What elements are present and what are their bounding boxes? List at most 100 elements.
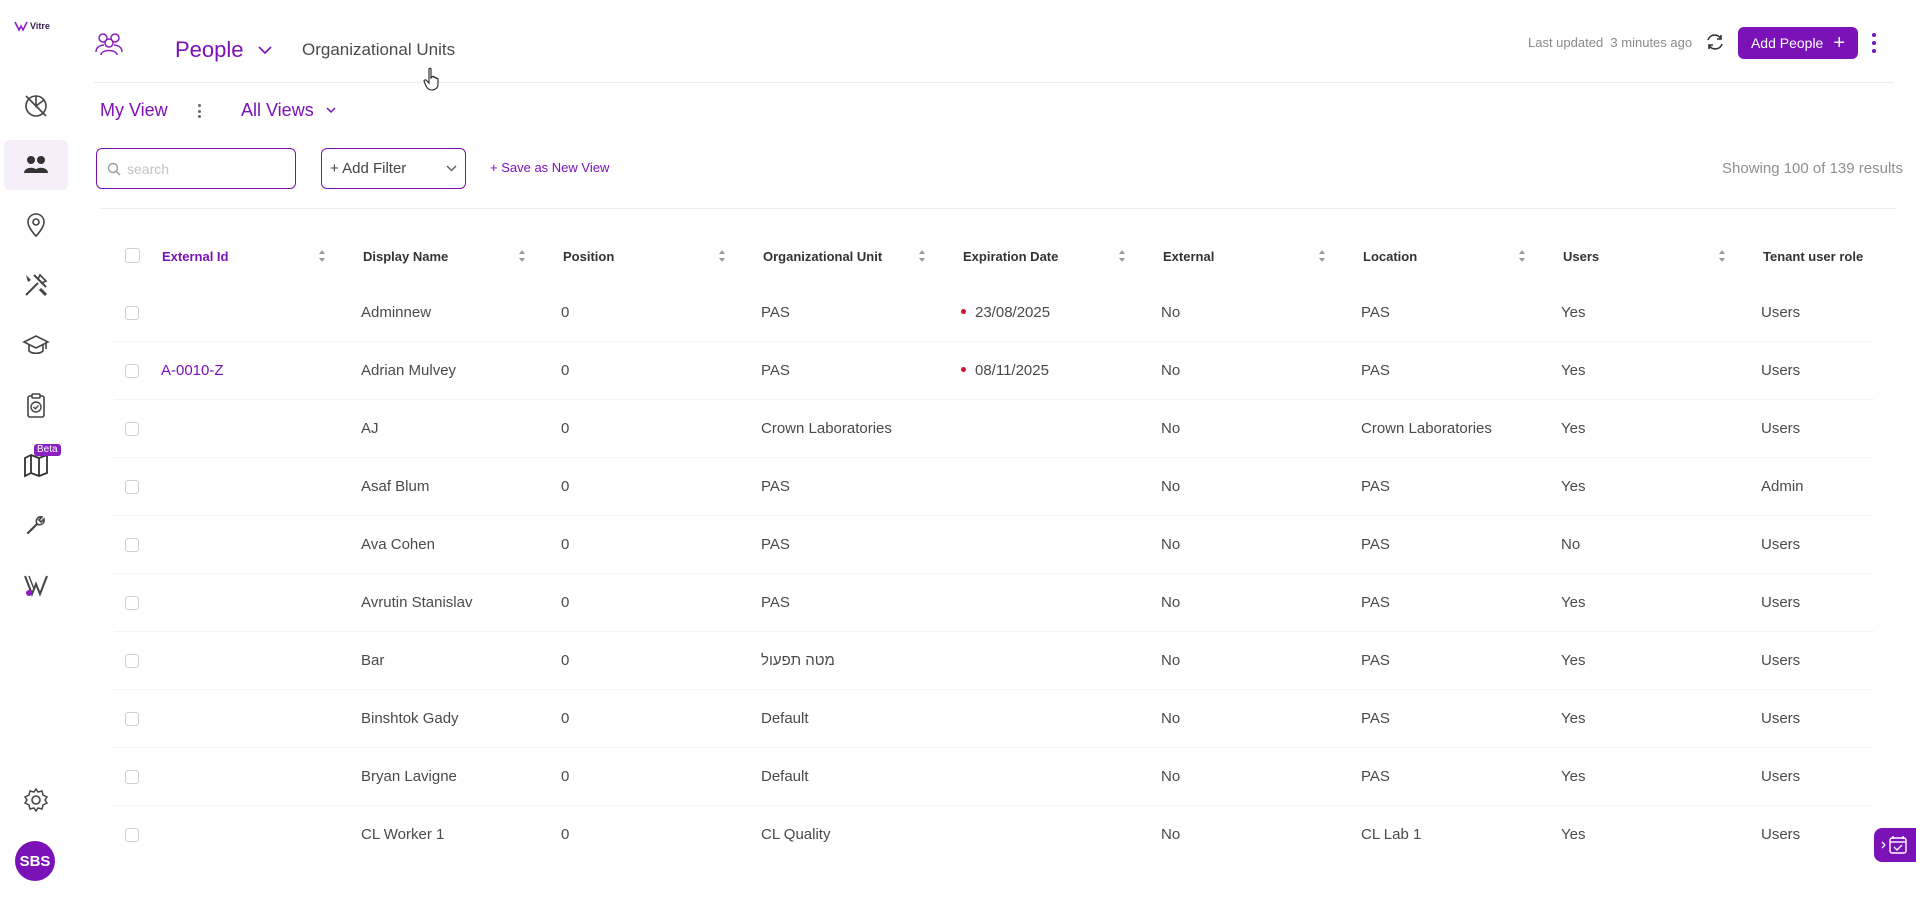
column-header-external[interactable]: External (1163, 238, 1214, 274)
sort-icon[interactable] (718, 249, 726, 263)
sidebar-item-dashboard[interactable] (4, 80, 68, 130)
table-row[interactable]: Asaf Blum 0 PAS No PAS Yes Admin (100, 458, 1880, 516)
app-logo[interactable]: Vitre (14, 20, 50, 32)
sort-icon[interactable] (1718, 249, 1726, 263)
sidebar-item-people[interactable] (4, 140, 68, 190)
sidebar-item-audits[interactable] (4, 380, 68, 430)
add-filter-dropdown[interactable]: + Add Filter (321, 148, 466, 189)
view-options-icon[interactable] (196, 102, 202, 120)
table-row[interactable]: Adminnew 0 PAS 23/08/2025 No PAS Yes Use… (100, 284, 1880, 342)
table-row[interactable]: Bar 0 מטה תפעול No PAS Yes Users (100, 632, 1880, 690)
cell-users: Yes (1561, 594, 1586, 611)
table-row[interactable]: Ava Cohen 0 PAS No PAS No Users (100, 516, 1880, 574)
row-checkbox[interactable] (125, 480, 139, 494)
chevron-down-icon (326, 107, 336, 114)
cell-tenant-user-role: Admin (1761, 478, 1804, 495)
sort-icon[interactable] (1318, 249, 1326, 263)
all-views-dropdown[interactable]: All Views (241, 100, 336, 121)
row-checkbox[interactable] (125, 828, 139, 842)
row-checkbox[interactable] (125, 654, 139, 668)
sidebar: Vitre Beta SBS (0, 0, 72, 906)
my-view-tab[interactable]: My View (100, 100, 168, 121)
toolbar-divider (100, 208, 1896, 209)
cell-users: Yes (1561, 710, 1586, 727)
sort-icon[interactable] (918, 249, 926, 263)
refresh-icon[interactable] (1704, 31, 1726, 53)
column-header-expiration-date[interactable]: Expiration Date (963, 238, 1058, 274)
sort-icon[interactable] (318, 249, 326, 263)
sort-icon[interactable] (1518, 249, 1526, 263)
search-icon (107, 162, 121, 175)
cell-location: PAS (1361, 362, 1390, 379)
clipboard-check-icon (27, 393, 45, 418)
row-checkbox[interactable] (125, 596, 139, 610)
last-updated: Last updated 3 minutes ago (1528, 35, 1692, 50)
search-box[interactable] (96, 148, 296, 189)
cell-position: 0 (561, 826, 570, 843)
tab-people[interactable]: People (175, 37, 272, 63)
column-header-organizational-unit[interactable]: Organizational Unit (763, 238, 882, 274)
expiration-date-value: 23/08/2025 (975, 304, 1051, 321)
cell-external: No (1161, 304, 1181, 321)
sidebar-item-map[interactable]: Beta (4, 440, 68, 490)
sort-icon[interactable] (1118, 249, 1126, 263)
column-header-external-id[interactable]: External Id (162, 238, 228, 274)
cell-position: 0 (561, 362, 570, 379)
cell-display-name: Avrutin Stanislav (361, 594, 473, 611)
row-checkbox[interactable] (125, 770, 139, 784)
row-checkbox[interactable] (125, 422, 139, 436)
last-updated-label: Last updated (1528, 35, 1604, 50)
sort-icon[interactable] (518, 249, 526, 263)
cell-external: No (1161, 536, 1181, 553)
row-checkbox[interactable] (125, 364, 139, 378)
select-all-checkbox[interactable] (125, 248, 140, 263)
cell-organizational-unit: CL Quality (761, 826, 831, 843)
cell-tenant-user-role: Users (1761, 594, 1801, 611)
graduation-cap-icon (22, 335, 50, 355)
table-row[interactable]: AJ 0 Crown Laboratories No Crown Laborat… (100, 400, 1880, 458)
column-header-location[interactable]: Location (1363, 238, 1417, 274)
cell-users: Yes (1561, 768, 1586, 785)
cell-position: 0 (561, 594, 570, 611)
row-checkbox[interactable] (125, 712, 139, 726)
cell-location: PAS (1361, 536, 1390, 553)
sidebar-item-vitre[interactable] (4, 560, 68, 610)
table-row[interactable]: Bryan Lavigne 0 Default No PAS Yes Users (100, 748, 1880, 806)
cell-display-name: Ava Cohen (361, 536, 435, 553)
save-as-new-view-link[interactable]: + Save as New View (490, 160, 609, 175)
column-header-tenant-user-role[interactable]: Tenant user role (1763, 238, 1863, 274)
row-checkbox[interactable] (125, 306, 139, 320)
cell-location: Crown Laboratories (1361, 420, 1492, 437)
table-row[interactable]: A-0010-Z Adrian Mulvey 0 PAS 08/11/2025 … (100, 342, 1880, 400)
cell-position: 0 (561, 710, 570, 727)
table-row[interactable]: CL Worker 1 0 CL Quality No CL Lab 1 Yes… (100, 806, 1880, 864)
people-header-icon (95, 33, 123, 56)
expiry-dot (961, 308, 966, 314)
sidebar-item-training[interactable] (4, 320, 68, 370)
row-checkbox[interactable] (125, 538, 139, 552)
cell-location: PAS (1361, 478, 1390, 495)
cell-external-id[interactable]: A-0010-Z (161, 362, 224, 379)
tab-organizational-units[interactable]: Organizational Units (302, 40, 455, 60)
cell-location: PAS (1361, 768, 1390, 785)
cell-expiration-date: 23/08/2025 (961, 304, 1050, 321)
sidebar-item-settings[interactable] (4, 775, 68, 825)
cell-users: Yes (1561, 826, 1586, 843)
cell-location: PAS (1361, 652, 1390, 669)
sidebar-item-maintenance[interactable] (4, 500, 68, 550)
logo-text: Vitre (30, 21, 50, 31)
column-header-users[interactable]: Users (1563, 238, 1599, 274)
cell-position: 0 (561, 478, 570, 495)
table-row[interactable]: Binshtok Gady 0 Default No PAS Yes Users (100, 690, 1880, 748)
sidebar-item-tools[interactable] (4, 260, 68, 310)
avatar[interactable]: SBS (15, 841, 55, 881)
sidebar-item-locations[interactable] (4, 200, 68, 250)
column-header-position[interactable]: Position (563, 238, 614, 274)
table-row[interactable]: Avrutin Stanislav 0 PAS No PAS Yes Users (100, 574, 1880, 632)
add-people-button[interactable]: Add People + (1738, 27, 1858, 59)
column-header-display-name[interactable]: Display Name (363, 238, 448, 274)
results-count: Showing 100 of 139 results (1722, 160, 1903, 177)
search-input[interactable] (127, 160, 277, 177)
calendar-side-tab[interactable] (1874, 828, 1916, 862)
more-options-icon[interactable] (1868, 30, 1880, 56)
